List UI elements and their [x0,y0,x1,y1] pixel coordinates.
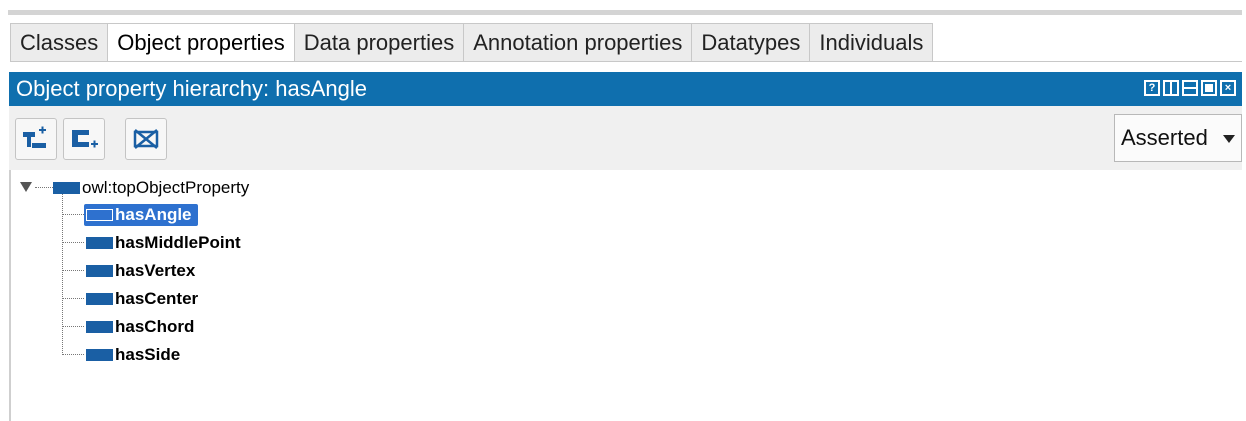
tree-connector [62,242,84,243]
tree-node[interactable]: hasCenter [86,287,198,311]
tree-connector [62,194,63,355]
tree-connector [62,214,84,215]
tree-node-label: hasMiddlePoint [115,233,241,252]
object-property-icon [86,293,113,305]
view-header: Object property hierarchy: hasAngle ? × [9,72,1242,106]
tree-node-label: hasVertex [115,261,196,280]
delete-property-icon [133,129,159,149]
tree-connector [62,326,84,327]
tab-annotation-properties[interactable]: Annotation properties [463,23,693,61]
tree-node-label: hasAngle [115,205,192,224]
window-top [0,0,1246,6]
tree-node[interactable]: hasVertex [86,259,195,283]
tree-connector [62,270,84,271]
tree-node-label: hasChord [115,317,195,336]
tree-node[interactable]: hasMiddlePoint [86,231,241,255]
tree-node-label: owl:topObjectProperty [82,178,250,197]
tree-node[interactable]: hasSide [86,343,180,367]
split-horizontal-icon[interactable] [1182,80,1198,96]
top-divider [8,10,1242,15]
object-property-icon [86,321,113,333]
close-icon[interactable]: × [1220,80,1236,96]
maximize-icon[interactable] [1201,80,1217,96]
object-property-icon [86,237,113,249]
view-title: Object property hierarchy: hasAngle [16,76,367,101]
tree-node-selected[interactable]: hasAngle [84,203,198,227]
tree-connector [35,187,53,188]
help-icon[interactable]: ? [1144,80,1160,96]
hierarchy-toolbar: Asserted [9,106,1242,170]
tab-individuals[interactable]: Individuals [809,23,934,61]
tab-datatypes[interactable]: Datatypes [691,23,811,61]
hierarchy-mode-value: Asserted [1121,125,1208,150]
hierarchy-mode-select[interactable]: Asserted [1114,114,1242,162]
add-subproperty-button[interactable] [15,118,57,160]
view-controls: ? × [1144,80,1236,96]
tree-node[interactable]: hasChord [86,315,194,339]
split-vertical-icon[interactable] [1163,80,1179,96]
object-property-icon [86,349,113,361]
object-property-icon [53,182,80,194]
property-tree: owl:topObjectProperty hasAngle hasMiddle… [9,170,1242,421]
object-property-icon [86,209,113,221]
tab-data-properties[interactable]: Data properties [293,23,465,61]
object-property-icon [86,265,113,277]
tree-connector [62,354,84,355]
add-subproperty-icon [23,126,46,148]
tab-underline [10,61,1242,62]
add-sibling-property-button[interactable] [63,118,105,160]
tree-node-label: hasCenter [115,289,199,308]
tab-bar: Classes Object properties Data propertie… [10,23,934,62]
chevron-down-icon [1223,135,1235,143]
add-sibling-property-icon [72,130,98,148]
tree-node-root[interactable]: owl:topObjectProperty [53,176,249,200]
tab-object-properties[interactable]: Object properties [107,23,295,62]
collapse-arrow-icon[interactable] [20,182,32,192]
tab-classes[interactable]: Classes [10,23,109,61]
delete-property-button[interactable] [125,118,167,160]
tree-node-label: hasSide [115,345,181,364]
tree-connector [62,298,84,299]
